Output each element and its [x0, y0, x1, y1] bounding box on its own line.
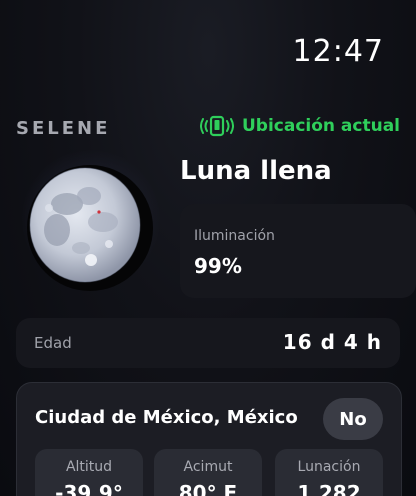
moon-age-value: 16 d 4 h: [282, 330, 382, 354]
city-card[interactable]: Ciudad de México, México No Altitud -39,…: [16, 382, 402, 496]
stat-label: Altitud: [65, 459, 113, 475]
stat-value: -39,9°: [55, 481, 123, 496]
stat-label: Acimut: [183, 459, 233, 475]
moon-age-label: Edad: [34, 334, 72, 352]
illumination-card: Iluminación 99%: [180, 204, 416, 298]
stat-azimuth: Acimut 80° E: [154, 449, 262, 496]
illumination-label: Iluminación: [194, 228, 275, 244]
illumination-value: 99%: [194, 254, 242, 278]
moon-age-card: Edad 16 d 4 h: [16, 318, 400, 368]
city-name: Ciudad de México, México: [35, 407, 298, 428]
stat-value: 80° E: [178, 481, 238, 496]
app-title: SELENE: [16, 118, 111, 139]
app-screen: 12:47 SELENE Ubicación actual Luna llena…: [0, 0, 416, 496]
phone-vibrate-icon: [199, 115, 234, 137]
stat-value: 1.282: [297, 481, 361, 496]
current-location-label: Ubicación actual: [241, 116, 400, 136]
stat-lunation: Lunación 1.282: [275, 449, 383, 496]
current-location-button[interactable]: Ubicación actual: [199, 115, 400, 137]
status-time: 12:47: [292, 34, 384, 69]
city-toggle-button[interactable]: No: [323, 398, 383, 440]
stat-label: Lunación: [297, 459, 361, 475]
full-moon-image: [27, 164, 153, 290]
moon-phase-name: Luna llena: [180, 156, 332, 186]
stat-altitude: Altitud -39,9°: [35, 449, 143, 496]
